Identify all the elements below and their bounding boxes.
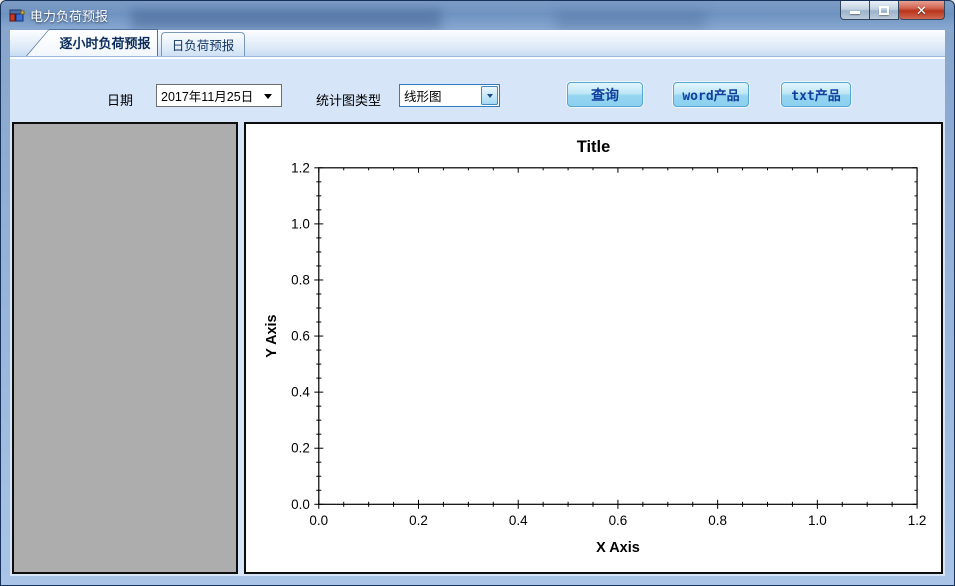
svg-text:0.8: 0.8 bbox=[291, 272, 310, 287]
toolbar: 日期 2017年11月25日 统计图类型 线形图 查询 word产品 txt产品 bbox=[10, 57, 945, 119]
chart-title: Title bbox=[577, 138, 610, 156]
svg-text:0.6: 0.6 bbox=[609, 513, 628, 528]
date-picker[interactable]: 2017年11月25日 bbox=[156, 84, 282, 107]
dropdown-arrow-icon bbox=[486, 93, 493, 98]
chart-type-value: 线形图 bbox=[404, 90, 442, 104]
y-axis-label: Y Axis bbox=[264, 314, 280, 357]
tab-strip: 逐小时负荷预报 日负荷预报 bbox=[10, 29, 945, 57]
tab-page-content: 0.0 0.2 0.4 0.6 0.8 1.0 1.2 0.0 0.2 0.4 0.6 0.8 1.0 1… bbox=[10, 119, 945, 576]
svg-text:0.4: 0.4 bbox=[291, 385, 310, 400]
svg-text:1.2: 1.2 bbox=[908, 513, 927, 528]
maximize-button[interactable] bbox=[870, 1, 899, 20]
svg-text:1.0: 1.0 bbox=[808, 513, 827, 528]
app-icon bbox=[9, 9, 25, 21]
close-button[interactable]: ✕ bbox=[899, 1, 945, 20]
tab-hourly-load-forecast[interactable]: 逐小时负荷预报 bbox=[26, 29, 158, 56]
chart-type-label: 统计图类型 bbox=[316, 93, 382, 108]
svg-text:0.2: 0.2 bbox=[291, 441, 310, 456]
maximize-icon bbox=[879, 5, 889, 15]
x-axis-label: X Axis bbox=[596, 540, 640, 556]
svg-text:0.4: 0.4 bbox=[509, 513, 528, 528]
chart-svg[interactable]: 0.0 0.2 0.4 0.6 0.8 1.0 1.2 0.0 0.2 0.4 0.6 0.8 1.0 1… bbox=[246, 124, 941, 572]
minimize-button[interactable] bbox=[840, 1, 870, 20]
date-label: 日期 bbox=[107, 93, 134, 108]
minimize-icon bbox=[850, 10, 860, 14]
query-button[interactable]: 查询 bbox=[567, 82, 643, 107]
svg-text:0.6: 0.6 bbox=[291, 329, 310, 344]
dropdown-arrow-icon bbox=[264, 94, 272, 99]
svg-text:0.8: 0.8 bbox=[708, 513, 727, 528]
svg-text:1.2: 1.2 bbox=[291, 160, 310, 175]
txt-product-button[interactable]: txt产品 bbox=[781, 82, 851, 107]
left-panel bbox=[12, 122, 238, 574]
tab-daily-load-forecast[interactable]: 日负荷预报 bbox=[161, 32, 245, 56]
close-icon: ✕ bbox=[916, 2, 927, 18]
svg-text:0.2: 0.2 bbox=[409, 513, 428, 528]
window-title: 电力负荷预报 bbox=[30, 9, 109, 24]
tab-label: 逐小时负荷预报 bbox=[59, 36, 151, 51]
combobox-dropdown-button[interactable] bbox=[481, 86, 498, 105]
app-window: 电力负荷预报 ✕ 逐小时负荷预报 日负荷预报 日期 2017年11月25日 统计… bbox=[0, 0, 955, 586]
svg-text:0.0: 0.0 bbox=[309, 513, 328, 528]
svg-text:0.0: 0.0 bbox=[291, 497, 310, 512]
word-product-button[interactable]: word产品 bbox=[673, 82, 749, 107]
title-bar[interactable]: 电力负荷预报 ✕ bbox=[1, 1, 954, 30]
window-controls: ✕ bbox=[840, 1, 945, 20]
tab-label: 日负荷预报 bbox=[171, 39, 235, 53]
date-value: 2017年11月25日 bbox=[161, 90, 254, 104]
chart-type-combobox[interactable]: 线形图 bbox=[399, 84, 500, 107]
chart-panel: 0.0 0.2 0.4 0.6 0.8 1.0 1.2 0.0 0.2 0.4 0.6 0.8 1.0 1… bbox=[244, 122, 943, 574]
svg-text:1.0: 1.0 bbox=[291, 216, 310, 231]
